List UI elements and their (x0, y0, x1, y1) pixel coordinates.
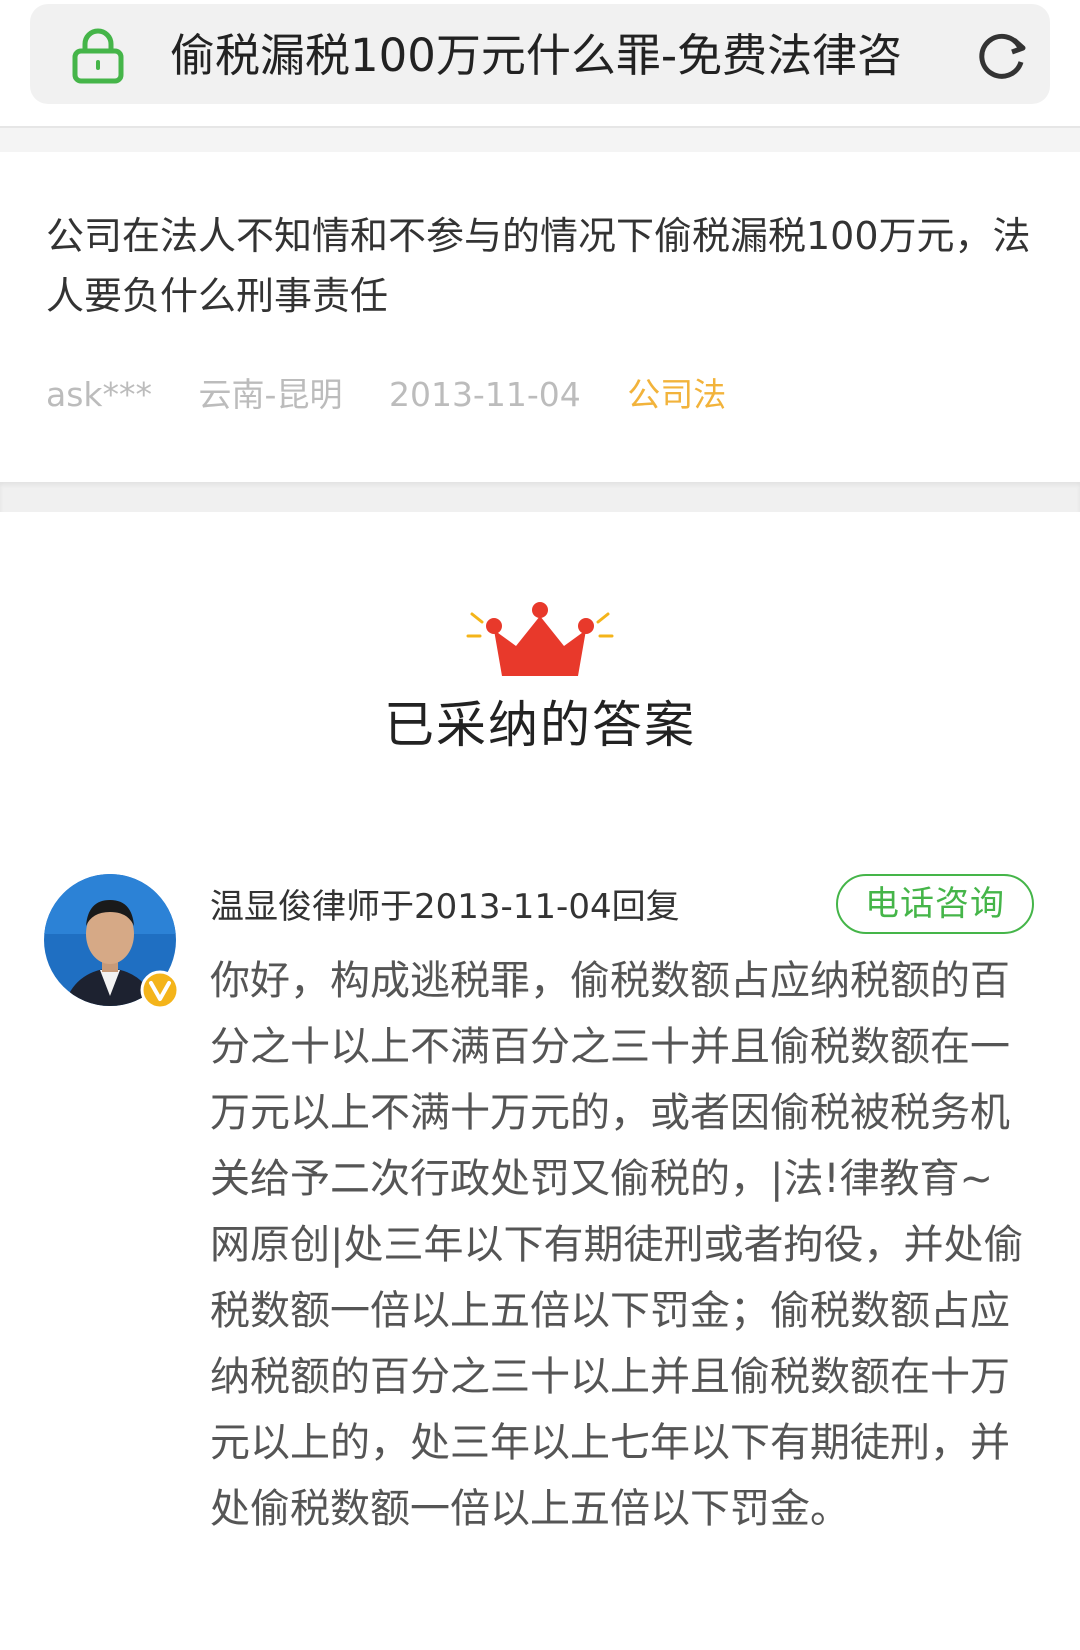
question-text: 公司在法人不知情和不参与的情况下偷税漏税100万元，法人要负什么刑事责任 (46, 214, 1031, 318)
question-meta: ask*** 云南-昆明 2013-11-04 公司法 (46, 370, 762, 420)
answer-text: 你好，构成逃税罪，偷税数额占应纳税额的百分之十以上不满百分之三十并且偷税数额在一… (210, 958, 1024, 1532)
reload-icon[interactable] (974, 28, 1030, 84)
accepted-answer-section: 已采纳的答案 温显俊律师于2013-11-04回复 电话咨询 你好，构成逃税罪，… (0, 512, 1080, 1650)
section-divider (0, 128, 1080, 152)
category-link[interactable]: 公司法 (627, 375, 726, 414)
lock-icon (72, 28, 124, 84)
asker-name: ask*** (46, 375, 153, 414)
verified-v-icon (140, 970, 180, 1010)
question-date: 2013-11-04 (388, 375, 581, 414)
page-title-in-address-bar: 偷税漏税100万元什么罪-免费法律咨 (170, 29, 903, 82)
phone-consult-button[interactable]: 电话咨询 (836, 874, 1034, 934)
question-card: 公司在法人不知情和不参与的情况下偷税漏税100万元，法人要负什么刑事责任 ask… (0, 152, 1080, 482)
lawyer-avatar[interactable] (44, 874, 180, 1010)
lawyer-reply-info: 温显俊律师于2013-11-04回复 (210, 887, 680, 927)
asker-location: 云南-昆明 (198, 375, 343, 414)
crown-icon (466, 602, 614, 676)
browser-address-bar: 偷税漏税100万元什么罪-免费法律咨 (0, 0, 1080, 128)
accepted-answer-title: 已采纳的答案 (384, 696, 696, 754)
section-divider (0, 482, 1080, 512)
url-field[interactable]: 偷税漏税100万元什么罪-免费法律咨 (30, 4, 1050, 104)
